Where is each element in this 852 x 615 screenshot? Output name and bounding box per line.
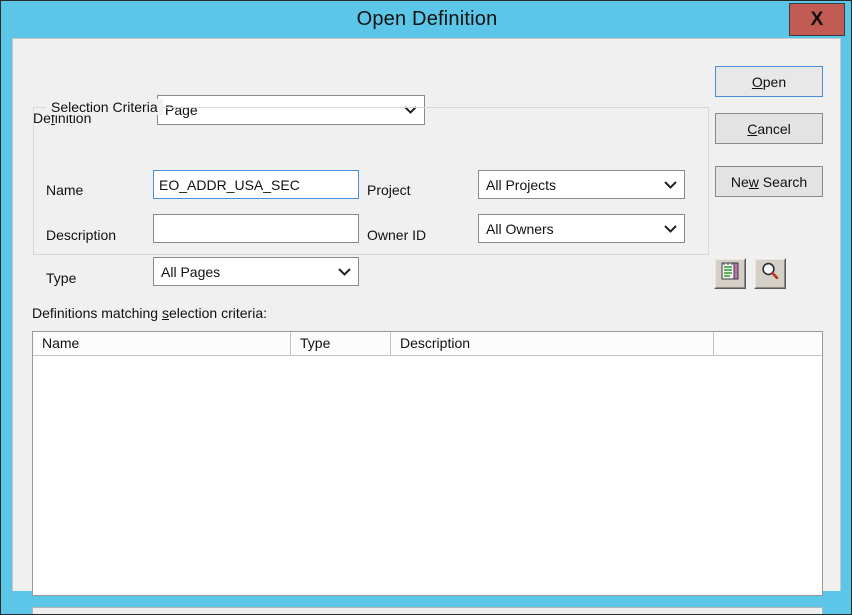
definitions-list[interactable]: Name Type Description	[32, 331, 823, 596]
list-definitions-button[interactable]	[714, 258, 746, 289]
name-label: Name	[46, 182, 84, 198]
title-bar[interactable]: Open Definition X	[1, 1, 851, 38]
open-button-label: Open	[751, 73, 787, 90]
project-label: Project	[367, 182, 411, 198]
cancel-button-label: Cancel	[747, 120, 791, 137]
column-header-filler[interactable]	[714, 332, 822, 355]
owner-id-label: Owner ID	[367, 227, 427, 243]
name-input[interactable]	[153, 170, 359, 199]
status-bar	[32, 607, 823, 614]
description-input[interactable]	[153, 214, 359, 243]
type-combo-value: All Pages	[161, 263, 221, 280]
open-button[interactable]: Open	[715, 66, 823, 97]
results-caption: Definitions matching selection criteria:	[32, 305, 267, 321]
definitions-list-body[interactable]	[33, 356, 822, 595]
dialog-client-area: Definition Page Selection Criteria Name …	[12, 38, 841, 614]
close-icon: X	[810, 9, 824, 30]
new-search-button-label: New Search	[730, 173, 808, 190]
cancel-button[interactable]: Cancel	[715, 113, 823, 144]
chevron-down-icon	[664, 224, 677, 233]
dialog-title: Open Definition	[356, 8, 498, 30]
owner-id-combo-value: All Owners	[486, 220, 554, 237]
column-header-name[interactable]: Name	[33, 332, 291, 355]
description-label: Description	[46, 227, 117, 243]
project-combo-value: All Projects	[486, 176, 557, 193]
definitions-list-header: Name Type Description	[33, 332, 822, 356]
chevron-down-icon	[338, 267, 351, 276]
type-combo[interactable]: All Pages	[153, 257, 359, 286]
chevron-down-icon	[664, 180, 677, 189]
new-search-button[interactable]: New Search	[715, 166, 823, 197]
project-combo[interactable]: All Projects	[478, 170, 685, 199]
magnifier-icon	[760, 261, 780, 286]
open-definition-dialog: Open Definition X Definition Page Select…	[0, 0, 852, 615]
search-button[interactable]	[754, 258, 786, 289]
selection-criteria-legend: Selection Criteria	[46, 99, 163, 115]
type-label: Type	[46, 270, 77, 286]
notepad-list-icon	[720, 261, 740, 286]
close-button[interactable]: X	[789, 3, 845, 36]
column-header-type[interactable]: Type	[291, 332, 391, 355]
owner-id-combo[interactable]: All Owners	[478, 214, 685, 243]
column-header-description[interactable]: Description	[391, 332, 714, 355]
